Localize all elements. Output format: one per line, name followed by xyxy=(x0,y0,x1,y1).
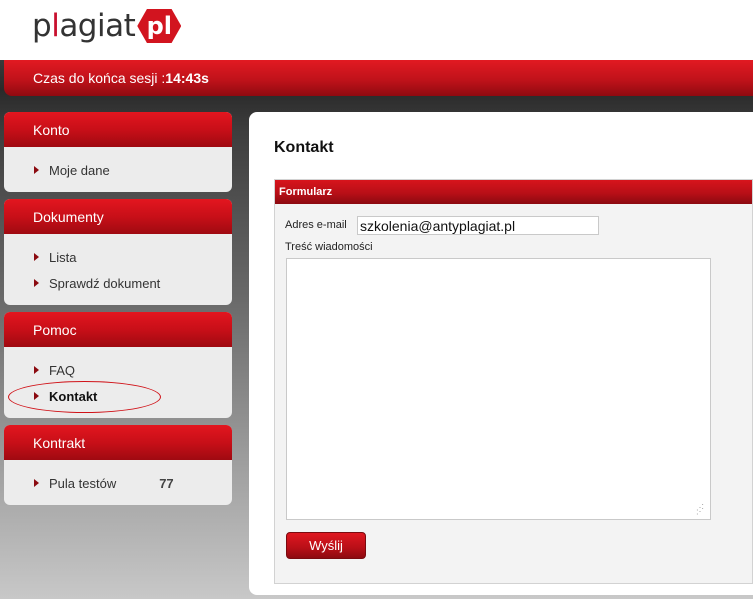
message-label: Treść wiadomości xyxy=(285,241,373,253)
message-textarea[interactable] xyxy=(286,258,711,520)
sidebar-item-label: Pula testów xyxy=(49,475,117,491)
sidebar-item-moje-dane[interactable]: Moje dane xyxy=(4,157,232,183)
sidebar-box-dokumenty: Dokumenty Lista Sprawdź dokument xyxy=(4,199,232,305)
sidebar-box-konto: Konto Moje dane xyxy=(4,112,232,192)
send-button[interactable]: Wyślij xyxy=(286,532,366,559)
logo-badge: pl xyxy=(137,9,182,43)
sidebar-item-sprawdz-dokument[interactable]: Sprawdź dokument xyxy=(4,270,232,296)
sidebar-item-lista[interactable]: Lista xyxy=(4,244,232,270)
session-label: Czas do końca sesji : xyxy=(33,70,166,86)
arrow-right-icon xyxy=(34,166,39,174)
contact-form: Formularz Adres e-mail Treść wiadomości … xyxy=(274,179,753,584)
arrow-right-icon xyxy=(34,253,39,261)
sidebar-item-faq[interactable]: FAQ xyxy=(4,357,232,383)
sidebar-item-label: FAQ xyxy=(49,362,76,378)
plagiat-logo[interactable]: plagiat pl xyxy=(32,6,182,46)
sidebar-item-label: Lista xyxy=(49,249,77,265)
sidebar-box-title: Kontrakt xyxy=(4,425,232,460)
header-background: plagiat pl xyxy=(0,0,753,60)
logo-wordmark: plagiat xyxy=(32,8,136,44)
arrow-right-icon xyxy=(34,392,39,400)
email-field[interactable] xyxy=(357,216,599,235)
sidebar-item-kontakt[interactable]: Kontakt xyxy=(4,383,232,409)
sidebar-box-kontrakt: Kontrakt Pula testów 77 xyxy=(4,425,232,505)
sidebar-item-pula-testow[interactable]: Pula testów 77 xyxy=(4,470,232,496)
arrow-right-icon xyxy=(34,279,39,287)
page-title: Kontakt xyxy=(274,139,334,156)
session-bar: Czas do końca sesji : 14:43s xyxy=(4,60,753,96)
arrow-right-icon xyxy=(34,366,39,374)
sidebar-item-label: Moje dane xyxy=(49,162,110,178)
sidebar-item-label: Sprawdź dokument xyxy=(49,275,161,291)
sidebar-box-title: Dokumenty xyxy=(4,199,232,234)
test-pool-count: 77 xyxy=(159,475,174,491)
sidebar-box-title: Pomoc xyxy=(4,312,232,347)
email-label: Adres e-mail xyxy=(285,219,347,231)
sidebar-box-title: Konto xyxy=(4,112,232,147)
main-content: Kontakt Formularz Adres e-mail Treść wia… xyxy=(249,112,753,595)
sidebar-box-pomoc: Pomoc FAQ Kontakt xyxy=(4,312,232,418)
sidebar-item-label: Kontakt xyxy=(49,388,98,404)
form-title: Formularz xyxy=(275,180,752,204)
arrow-right-icon xyxy=(34,479,39,487)
session-timer: 14:43s xyxy=(165,70,209,86)
